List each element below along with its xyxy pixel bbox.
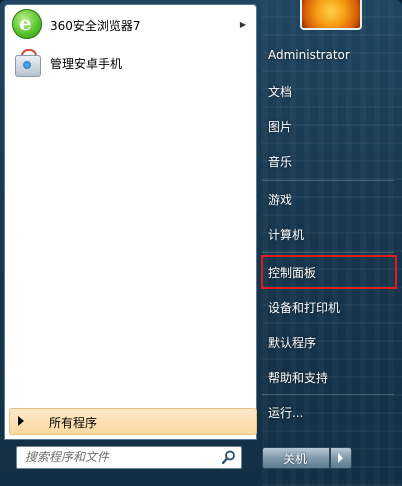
right-item-music[interactable]: 音乐 — [261, 146, 395, 176]
search-icon[interactable] — [221, 449, 237, 465]
right-item-administrator[interactable]: Administrator — [261, 41, 395, 71]
right-item-label: 设备和打印机 — [268, 301, 341, 315]
separator — [262, 252, 394, 253]
right-item-default-programs[interactable]: 默认程序 — [261, 327, 395, 357]
right-item-documents[interactable]: 文档 — [261, 76, 395, 106]
user-avatar[interactable] — [300, 0, 362, 30]
right-item-label: 图片 — [268, 120, 293, 134]
search-area — [4, 438, 257, 478]
user-name-label: Administrator — [268, 48, 350, 62]
right-item-pictures[interactable]: 图片 — [261, 111, 395, 141]
search-input[interactable] — [25, 449, 213, 465]
right-item-computer[interactable]: 计算机 — [261, 219, 395, 249]
right-item-label: 帮助和支持 — [268, 371, 329, 385]
shutdown-label: 关机 — [283, 452, 308, 466]
right-item-label: 文档 — [268, 85, 293, 99]
all-programs-button[interactable]: 所有程序 — [9, 408, 257, 435]
android-manager-icon — [13, 49, 41, 77]
right-item-label: 默认程序 — [268, 336, 317, 350]
program-list-pane: e 360安全浏览器7 ▶ 管理安卓手机 所有程序 — [4, 4, 257, 440]
submenu-arrow-icon[interactable]: ▶ — [240, 20, 246, 29]
control-panel-highlight-box — [261, 255, 397, 289]
program-label: 360安全浏览器7 — [50, 18, 141, 33]
program-label: 管理安卓手机 — [50, 56, 123, 71]
shutdown-button[interactable]: 关机 — [262, 447, 330, 469]
right-item-help-support[interactable]: 帮助和支持 — [261, 362, 395, 392]
program-item-android-manager[interactable]: 管理安卓手机 — [9, 45, 252, 81]
right-item-label: 游戏 — [268, 193, 293, 207]
right-item-label: 运行... — [268, 406, 304, 420]
separator — [262, 394, 394, 395]
start-menu: e 360安全浏览器7 ▶ 管理安卓手机 所有程序 Administrator — [0, 0, 402, 486]
browser-360-icon: e — [12, 9, 42, 39]
right-item-games[interactable]: 游戏 — [261, 184, 395, 214]
shutdown-options-button[interactable] — [330, 447, 352, 469]
right-item-run[interactable]: 运行... — [261, 397, 395, 427]
expand-arrow-icon — [18, 416, 24, 426]
separator — [262, 180, 394, 181]
arrow-right-icon — [338, 453, 343, 463]
right-item-devices-printers[interactable]: 设备和打印机 — [261, 292, 395, 322]
program-item-360-browser[interactable]: e 360安全浏览器7 ▶ — [9, 7, 252, 43]
search-box[interactable] — [16, 446, 242, 469]
right-item-label: 音乐 — [268, 155, 293, 169]
all-programs-label: 所有程序 — [49, 416, 98, 430]
right-item-label: 计算机 — [268, 228, 305, 242]
